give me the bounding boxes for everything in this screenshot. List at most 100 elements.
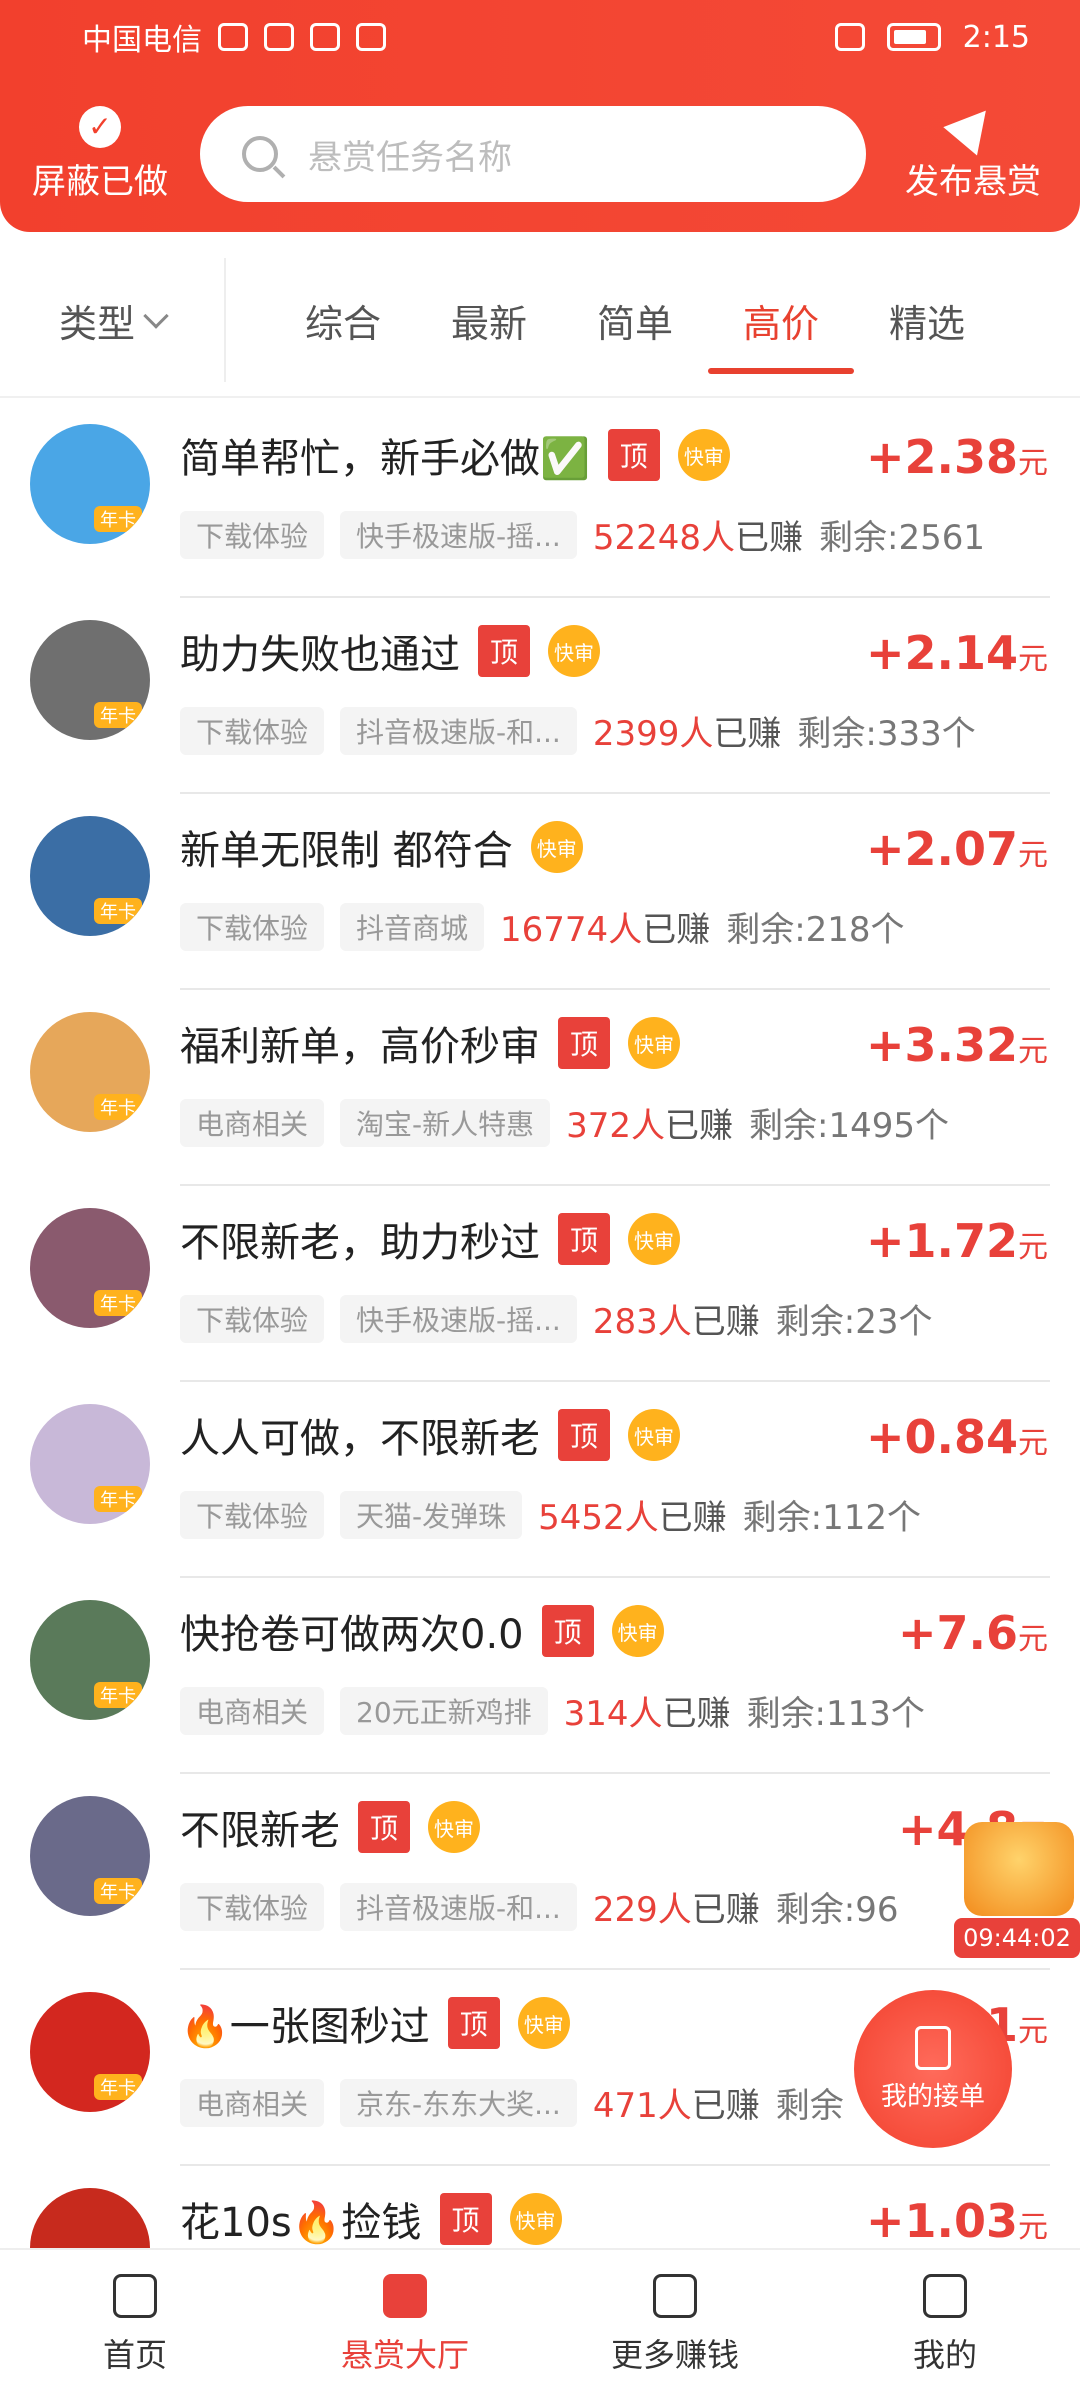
fast-review-badge: 快审 xyxy=(509,2193,562,2245)
chevron-down-icon xyxy=(143,303,169,329)
task-price: +3.32元 xyxy=(865,1018,1048,1072)
fast-review-badge: 快审 xyxy=(677,429,730,481)
fast-review-badge: 快审 xyxy=(611,1605,664,1657)
filter-bar: 类型 综合 最新 简单 高价 精选 xyxy=(0,258,1080,382)
task-title: 不限新老 xyxy=(180,1808,340,1854)
nav-more-label: 更多赚钱 xyxy=(610,2336,739,2374)
avatar: 年卡 xyxy=(30,1992,150,2112)
my-orders-button[interactable]: 我的接单 xyxy=(854,1990,1012,2148)
task-item[interactable]: 年卡 人人可做，不限新老顶快审 +0.84元 下载体验 天猫-发弹珠 5452人… xyxy=(0,1382,1080,1578)
type-dropdown[interactable]: 类型 xyxy=(0,258,226,382)
remaining-count: 剩余:113个 xyxy=(746,1694,925,1734)
search-placeholder: 悬赏任务名称 xyxy=(308,137,512,178)
paper-plane-icon xyxy=(943,96,1003,155)
hd-icon xyxy=(218,23,248,51)
year-badge: 年卡 xyxy=(94,702,142,728)
earned-count: 314人已赚 xyxy=(563,1694,731,1734)
fast-review-badge: 快审 xyxy=(517,1997,570,2049)
task-title: 新单无限制 都符合 xyxy=(180,828,513,874)
category-tag: 下载体验 xyxy=(180,902,325,951)
app-tag: 抖音极速版-和... xyxy=(340,706,577,755)
year-badge: 年卡 xyxy=(94,1094,142,1120)
carrier-label: 中国电信 xyxy=(82,23,202,58)
task-item[interactable]: 年卡 新单无限制 都符合 快审 +2.07元 下载体验 抖音商城 16774人已赚… xyxy=(0,794,1080,990)
avatar xyxy=(30,2188,150,2248)
earned-count: 229人已赚 xyxy=(592,1890,760,1930)
battery-icon xyxy=(886,23,941,51)
top-badge: 顶 xyxy=(541,1605,594,1657)
task-item[interactable]: 年卡 不限新老顶快审 +4.8元 下载体验 抖音极速版-和... 229人已赚 … xyxy=(0,1774,1080,1970)
task-price: +2.38元 xyxy=(865,430,1048,484)
category-tag: 下载体验 xyxy=(180,510,325,559)
hide-done-button[interactable]: ✓ 屏蔽已做 xyxy=(0,105,200,203)
earned-count: 16774人已赚 xyxy=(500,910,711,950)
remaining-count: 剩余:218个 xyxy=(726,910,905,950)
red-packet-icon xyxy=(964,1822,1074,1916)
nav-bounty-hall[interactable]: 悬赏大厅 xyxy=(270,2250,540,2400)
countdown-timer: 09:44:02 xyxy=(954,1918,1080,1958)
tab-simple[interactable]: 简单 xyxy=(562,258,708,382)
app-tag: 抖音极速版-和... xyxy=(340,1882,577,1931)
red-packet-float[interactable]: 09:44:02 xyxy=(954,1822,1080,1962)
top-badge: 顶 xyxy=(447,1997,500,2049)
gamepad-icon xyxy=(653,2274,697,2318)
top-badge: 顶 xyxy=(558,1017,610,1069)
app-tag: 快手极速版-摇... xyxy=(340,1294,577,1343)
task-price: +1.72元 xyxy=(865,1214,1048,1268)
task-item[interactable]: 年卡 福利新单，高价秒审顶快审 +3.32元 电商相关 淘宝-新人特惠 372人… xyxy=(0,990,1080,1186)
my-orders-label: 我的接单 xyxy=(880,2081,985,2112)
fast-review-badge: 快审 xyxy=(628,1409,680,1461)
task-title: 简单帮忙，新手必做✅ xyxy=(180,436,590,482)
avatar: 年卡 xyxy=(30,1404,150,1524)
publish-bounty-button[interactable]: 发布悬赏 xyxy=(866,96,1080,203)
status-bar: 中国电信 2:15 xyxy=(0,0,1080,74)
tab-featured[interactable]: 精选 xyxy=(854,258,1000,382)
task-list: 年卡 简单帮忙，新手必做✅ 顶快审 +2.38元 下载体验 快手极速版-摇... … xyxy=(0,402,1080,2248)
remaining-count: 剩余:96 xyxy=(775,1890,899,1930)
category-tag: 电商相关 xyxy=(180,1098,325,1147)
remaining-count: 剩余:23个 xyxy=(775,1302,933,1342)
task-item[interactable]: 年卡 简单帮忙，新手必做✅ 顶快审 +2.38元 下载体验 快手极速版-摇... … xyxy=(0,402,1080,598)
remaining-count: 剩余:333个 xyxy=(797,714,976,754)
search-input[interactable]: 悬赏任务名称 xyxy=(200,106,866,202)
task-title: 快抢卷可做两次0.0 xyxy=(180,1612,524,1658)
clock: 2:15 xyxy=(962,19,1030,55)
task-title: 不限新老，助力秒过 xyxy=(180,1220,540,1266)
signal-icon xyxy=(264,23,294,51)
fast-review-badge: 快审 xyxy=(530,821,583,873)
tab-comprehensive[interactable]: 综合 xyxy=(270,258,416,382)
remaining-count: 剩余:2561 xyxy=(819,518,985,558)
earned-count: 283人已赚 xyxy=(592,1302,760,1342)
avatar: 年卡 xyxy=(30,1012,150,1132)
year-badge: 年卡 xyxy=(94,2074,142,2100)
nav-home[interactable]: 首页 xyxy=(0,2250,270,2400)
app-tag: 抖音商城 xyxy=(340,902,485,951)
top-badge: 顶 xyxy=(478,625,530,677)
avatar: 年卡 xyxy=(30,1208,150,1328)
task-title: 人人可做，不限新老 xyxy=(180,1416,540,1462)
avatar: 年卡 xyxy=(30,620,150,740)
task-title: 花10s🔥捡钱 xyxy=(180,2200,422,2246)
fast-review-badge: 快审 xyxy=(548,625,600,677)
earned-count: 5452人已赚 xyxy=(538,1498,727,1538)
top-badge: 顶 xyxy=(607,429,660,481)
task-price: +2.14元 xyxy=(865,626,1048,680)
task-item[interactable]: 年卡 快抢卷可做两次0.0 顶快审 +7.6元 电商相关 20元正新鸡排 314人… xyxy=(0,1578,1080,1774)
app-tag: 快手极速版-摇... xyxy=(340,510,577,559)
year-badge: 年卡 xyxy=(94,1878,142,1904)
year-badge: 年卡 xyxy=(94,506,142,532)
avatar: 年卡 xyxy=(30,424,150,544)
year-badge: 年卡 xyxy=(94,898,142,924)
earned-count: 372人已赚 xyxy=(566,1106,734,1146)
home-icon xyxy=(113,2274,157,2318)
tab-latest[interactable]: 最新 xyxy=(416,258,562,382)
tab-high-price[interactable]: 高价 xyxy=(708,258,854,382)
category-tag: 电商相关 xyxy=(180,2078,325,2127)
nav-more-earn[interactable]: 更多赚钱 xyxy=(540,2250,810,2400)
nav-home-label: 首页 xyxy=(102,2336,167,2374)
nav-me[interactable]: 我的 xyxy=(810,2250,1080,2400)
task-item[interactable]: 花10s🔥捡钱顶快审 +1.03元 xyxy=(0,2166,1080,2248)
task-item[interactable]: 年卡 助力失败也通过顶快审 +2.14元 下载体验 抖音极速版-和... 239… xyxy=(0,598,1080,794)
task-item[interactable]: 年卡 不限新老，助力秒过顶快审 +1.72元 下载体验 快手极速版-摇... 2… xyxy=(0,1186,1080,1382)
clipboard-icon xyxy=(915,2025,951,2070)
